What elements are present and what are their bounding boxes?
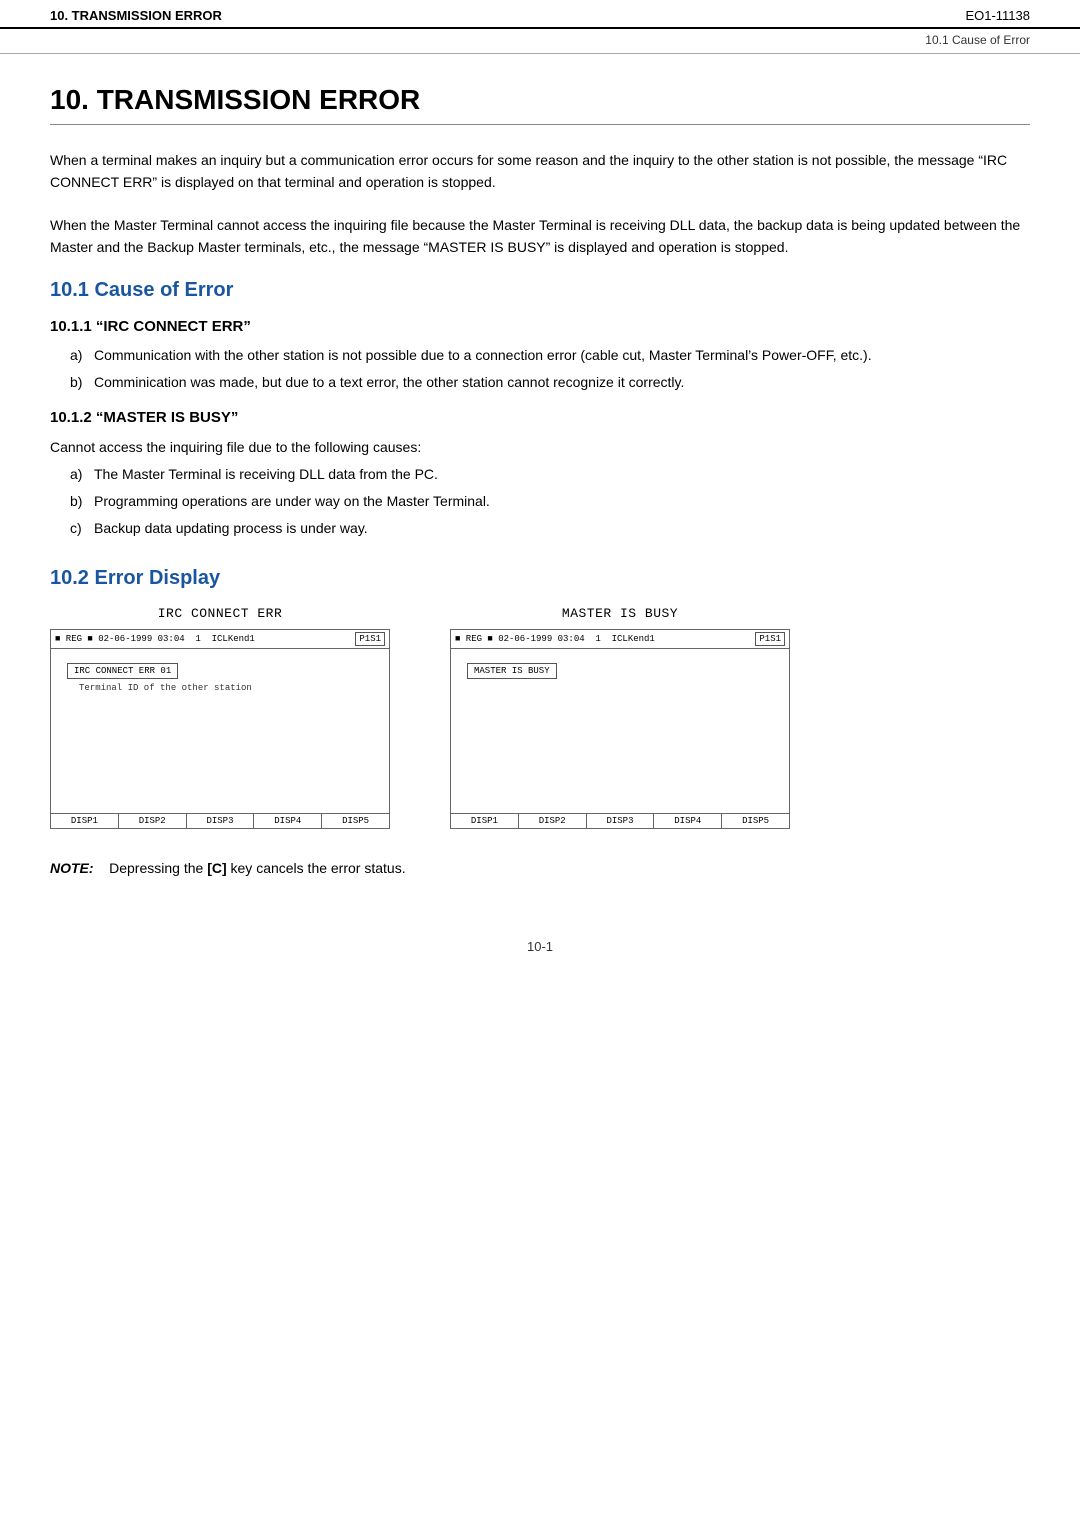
list-label: c) xyxy=(70,518,94,539)
terminal-badge-1: P1S1 xyxy=(355,632,385,646)
disp5-btn-2: DISP5 xyxy=(722,814,789,828)
master-busy-label: MASTER IS BUSY xyxy=(562,606,678,621)
list-label: a) xyxy=(70,464,94,485)
list-item: c) Backup data updating process is under… xyxy=(50,518,1030,539)
terminal-bottom-bar-1: DISP1 DISP2 DISP3 DISP4 DISP5 xyxy=(51,813,389,828)
header-chapter-title: 10. TRANSMISSION ERROR xyxy=(50,8,222,23)
subsection-1-2-title: 10.1.2 “MASTER IS BUSY” xyxy=(50,409,1030,426)
terminal-error-message-1: IRC CONNECT ERR 01 xyxy=(67,663,178,679)
terminal-top-left-2: ■ REG ■ 02-06-1999 03:04 1 ICLKend1 xyxy=(455,634,655,644)
terminal-error-message-2: MASTER IS BUSY xyxy=(467,663,557,679)
master-busy-display-block: MASTER IS BUSY ■ REG ■ 02-06-1999 03:04 … xyxy=(450,606,790,829)
terminal-badge-2: P1S1 xyxy=(755,632,785,646)
terminal-top-bar-1: ■ REG ■ 02-06-1999 03:04 1 ICLKend1 P1S1 xyxy=(51,630,389,649)
list-item: a) The Master Terminal is receiving DLL … xyxy=(50,464,1030,485)
disp3-btn-2: DISP3 xyxy=(587,814,655,828)
list-label: b) xyxy=(70,491,94,512)
terminal-top-text-2: ■ REG ■ 02-06-1999 03:04 1 ICLKend1 xyxy=(455,634,655,644)
note-spacer xyxy=(97,860,105,876)
list-text: Programming operations are under way on … xyxy=(94,491,1030,512)
disp2-btn-1: DISP2 xyxy=(119,814,187,828)
irc-connect-terminal: ■ REG ■ 02-06-1999 03:04 1 ICLKend1 P1S1… xyxy=(50,629,390,829)
master-busy-terminal: ■ REG ■ 02-06-1999 03:04 1 ICLKend1 P1S1… xyxy=(450,629,790,829)
disp5-btn-1: DISP5 xyxy=(322,814,389,828)
list-item: a) Communication with the other station … xyxy=(50,345,1030,366)
intro-paragraph-2: When the Master Terminal cannot access t… xyxy=(50,214,1030,259)
page-content: 10. TRANSMISSION ERROR When a terminal m… xyxy=(0,54,1080,1004)
list-text: Communication with the other station is … xyxy=(94,345,1030,366)
irc-connect-label: IRC CONNECT ERR xyxy=(158,606,283,621)
irc-connect-display-block: IRC CONNECT ERR ■ REG ■ 02-06-1999 03:04… xyxy=(50,606,390,829)
terminal-body-2: MASTER IS BUSY xyxy=(451,649,789,799)
list-text: Backup data updating process is under wa… xyxy=(94,518,1030,539)
header-section-ref: 10.1 Cause of Error xyxy=(925,33,1030,47)
list-text: Comminication was made, but due to a tex… xyxy=(94,372,1030,393)
terminal-bottom-bar-2: DISP1 DISP2 DISP3 DISP4 DISP5 xyxy=(451,813,789,828)
list-label: a) xyxy=(70,345,94,366)
disp4-btn-2: DISP4 xyxy=(654,814,722,828)
terminal-top-bar-2: ■ REG ■ 02-06-1999 03:04 1 ICLKend1 P1S1 xyxy=(451,630,789,649)
section-2: 10.2 Error Display IRC CONNECT ERR ■ REG… xyxy=(50,567,1030,829)
list-item: b) Comminication was made, but due to a … xyxy=(50,372,1030,393)
error-displays-row: IRC CONNECT ERR ■ REG ■ 02-06-1999 03:04… xyxy=(50,606,1030,829)
disp1-btn-1: DISP1 xyxy=(51,814,119,828)
header-doc-number: EO1-11138 xyxy=(965,8,1030,23)
page-number: 10-1 xyxy=(527,939,553,954)
subsection-1-2-intro: Cannot access the inquiring file due to … xyxy=(50,436,1030,458)
note-label: NOTE: xyxy=(50,860,94,876)
page-header: 10. TRANSMISSION ERROR EO1-11138 xyxy=(0,0,1080,29)
subsection-1-1-title: 10.1.1 “IRC CONNECT ERR” xyxy=(50,318,1030,335)
list-text: The Master Terminal is receiving DLL dat… xyxy=(94,464,1030,485)
section-1-title: 10.1 Cause of Error xyxy=(50,279,1030,302)
disp2-btn-2: DISP2 xyxy=(519,814,587,828)
terminal-top-text-1: ■ REG ■ 02-06-1999 03:04 1 ICLKend1 xyxy=(55,634,255,644)
list-item: b) Programming operations are under way … xyxy=(50,491,1030,512)
page-title: 10. TRANSMISSION ERROR xyxy=(50,84,1030,125)
disp4-btn-1: DISP4 xyxy=(254,814,322,828)
section-2-title: 10.2 Error Display xyxy=(50,567,1030,590)
terminal-body-1: IRC CONNECT ERR 01 Terminal ID of the ot… xyxy=(51,649,389,799)
page-footer: 10-1 xyxy=(50,939,1030,954)
terminal-top-left-1: ■ REG ■ 02-06-1999 03:04 1 ICLKend1 xyxy=(55,634,255,644)
note-section: NOTE: Depressing the [C] key cancels the… xyxy=(50,857,1030,879)
terminal-annotation-1: Terminal ID of the other station xyxy=(79,683,381,693)
note-text: Depressing the [C] key cancels the error… xyxy=(109,860,405,876)
intro-paragraph-1: When a terminal makes an inquiry but a c… xyxy=(50,149,1030,194)
disp1-btn-2: DISP1 xyxy=(451,814,519,828)
page-subheader: 10.1 Cause of Error xyxy=(0,31,1080,54)
disp3-btn-1: DISP3 xyxy=(187,814,255,828)
list-label: b) xyxy=(70,372,94,393)
